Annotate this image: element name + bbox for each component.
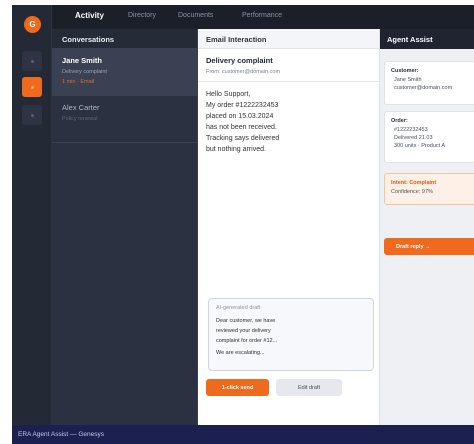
edit-draft-button[interactable]: Edit draft [276, 379, 342, 396]
customer-card-title: Customer: [391, 68, 419, 74]
conversation-subtitle: Policy renewal [62, 116, 98, 122]
email-body-line: Tracking says delivered [206, 135, 280, 142]
conversation-subtitle: Delivery complaint [62, 69, 107, 75]
footer-bar: ERA Agent Assist — Genesys [12, 425, 474, 444]
dot-icon [30, 113, 34, 117]
customer-name: Jane Smith [394, 77, 422, 83]
ai-draft-box[interactable]: AI-generated draft Dear customer, we hav… [208, 298, 374, 371]
email-interaction-panel: Email Interaction Delivery complaint Fro… [198, 29, 380, 425]
email-body: Hello Support, My order #1222232453 plac… [198, 82, 379, 162]
order-card-title: Order: [391, 118, 408, 124]
email-body-line: has not been received. [206, 124, 277, 131]
conversation-item-alex-carter[interactable]: Alex Carter Policy renewal [52, 96, 197, 143]
order-number: #1222232453 [394, 127, 428, 133]
email-subject: Delivery complaint [206, 56, 273, 65]
rail-button-1[interactable] [22, 51, 42, 71]
tab-documents[interactable]: Documents [178, 12, 213, 19]
rail-button-3[interactable] [22, 105, 42, 125]
dot-icon [30, 59, 34, 63]
agent-assist-title: Agent Assist [380, 29, 474, 49]
intent-card: Intent: Complaint Confidence: 97% [384, 173, 474, 205]
agent-assist-panel: Agent Assist Customer: Jane Smith custom… [380, 29, 474, 425]
rail-button-2[interactable] [22, 77, 42, 97]
email-body-line: but nothing arrived. [206, 146, 266, 153]
dot-icon [30, 85, 34, 89]
conversation-meta: 1 min · Email [62, 79, 95, 85]
draft-line: complaint for order #12... [216, 338, 278, 344]
one-click-send-button[interactable]: 1-click send [206, 379, 269, 396]
customer-email: customer@domain.com [394, 85, 453, 91]
draft-line: reviewed your delivery [216, 328, 271, 334]
draft-label: AI-generated draft [216, 305, 261, 311]
order-delivery: Delivered 21.03 [394, 135, 433, 141]
tab-directory[interactable]: Directory [128, 12, 156, 19]
email-panel-title: Email Interaction [198, 29, 379, 49]
draft-reply-button[interactable]: Draft reply → [384, 238, 474, 255]
email-body-line: Hello Support, [206, 91, 251, 98]
email-body-line: placed on 15.03.2024 [206, 113, 274, 120]
customer-card: Customer: Jane Smith customer@domain.com [384, 61, 474, 105]
conversation-name: Alex Carter [62, 103, 100, 112]
draft-line: Dear customer, we have [216, 318, 276, 324]
conversations-panel: Conversations Jane Smith Delivery compla… [52, 29, 198, 425]
conversation-name: Jane Smith [62, 56, 103, 65]
intent-title: Intent: Complaint [391, 180, 437, 186]
intent-confidence: Confidence: 97% [391, 189, 433, 195]
email-body-line: My order #1222232453 [206, 102, 279, 109]
app-window: G Activity Directory Documents Performan… [12, 5, 474, 425]
order-card: Order: #1222232453 Delivered 21.03 300 u… [384, 111, 474, 163]
top-navigation: Activity Directory Documents Performance [52, 5, 474, 29]
conversation-item-jane-smith[interactable]: Jane Smith Delivery complaint 1 min · Em… [52, 49, 197, 96]
order-units: 300 units · Product A [394, 143, 446, 149]
tab-performance[interactable]: Performance [242, 12, 282, 19]
icon-rail: G [12, 5, 52, 425]
email-from: From: customer@domain.com [198, 65, 379, 82]
conversations-title: Conversations [52, 29, 197, 49]
genesys-logo: G [24, 16, 41, 33]
tab-activity[interactable]: Activity [75, 11, 104, 20]
draft-line: We are escalating... [216, 350, 265, 356]
